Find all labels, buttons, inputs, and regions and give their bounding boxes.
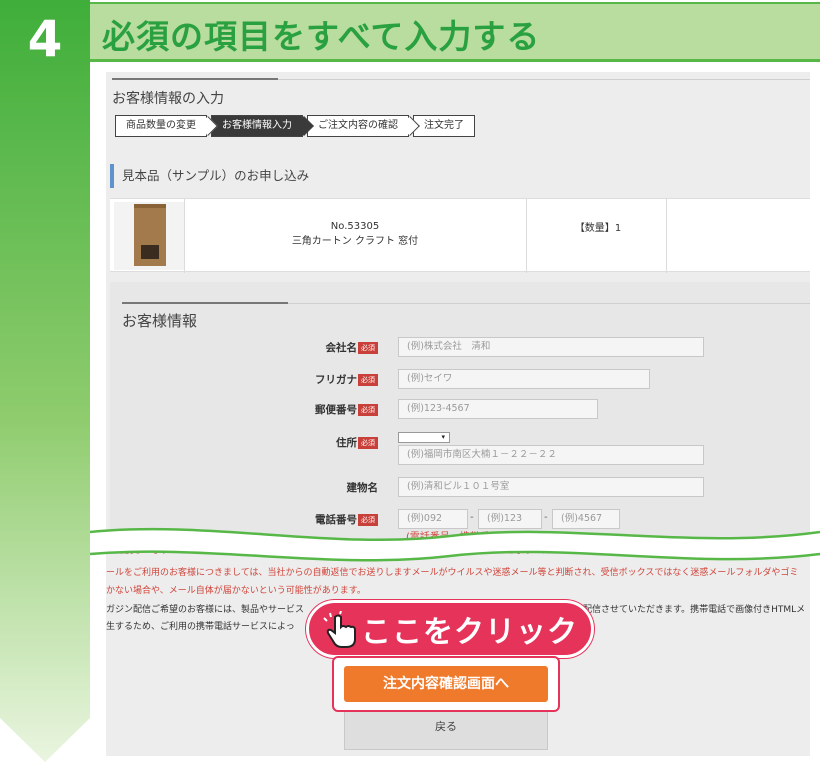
furigana-row: フリガナ 必須	[106, 370, 378, 392]
prefecture-select[interactable]: ▾	[398, 432, 450, 443]
address-row: 住所 必須	[106, 433, 378, 455]
product-image	[114, 202, 184, 270]
product-code: No.53305	[330, 221, 380, 232]
torn-edge	[90, 527, 820, 562]
company-label: 会社名 必須	[326, 338, 378, 358]
section-divider	[278, 79, 810, 80]
step-customer-info[interactable]: お客様情報入力	[211, 115, 314, 137]
product-name: No.53305 三角カートン クラフト 窓付	[184, 219, 526, 249]
required-badge: 必須	[358, 404, 378, 416]
step-number: 4	[27, 10, 63, 68]
page-title: お客様情報の入力	[112, 91, 224, 107]
step-strip: 4	[0, 0, 90, 762]
callout-text: ここをクリック	[361, 615, 578, 650]
click-here-callout: ここをクリック	[306, 600, 594, 658]
step-confirm[interactable]: ご注文内容の確認	[307, 115, 420, 137]
company-input[interactable]: (例)株式会社 清和	[398, 337, 704, 357]
building-label: 建物名	[346, 482, 379, 494]
product-qty: 【数量】1	[574, 223, 622, 234]
required-badge: 必須	[358, 342, 378, 354]
address-input[interactable]: (例)福岡市南区大楠１－２２－２２	[398, 445, 704, 465]
company-row: 会社名 必須	[106, 338, 378, 360]
required-badge: 必須	[358, 437, 378, 449]
sample-heading: 見本品（サンプル）のお申し込み	[110, 164, 309, 188]
building-row: 建物名	[106, 478, 379, 500]
product-row: No.53305 三角カートン クラフト 窓付 【数量】1	[110, 198, 810, 273]
customer-info-title: お客様情報	[122, 312, 198, 330]
order-confirm-button-frame: 注文内容確認画面へ	[332, 656, 560, 712]
zip-row: 郵便番号 必須	[106, 400, 378, 422]
step-quantity[interactable]: 商品数量の変更	[115, 115, 218, 137]
building-input[interactable]: (例)清和ビル１０１号室	[398, 477, 704, 497]
section-divider	[112, 78, 278, 80]
zip-label: 郵便番号 必須	[315, 400, 378, 420]
zip-input[interactable]: (例)123-4567	[398, 399, 598, 419]
progress-steps: 商品数量の変更 お客様情報入力 ご注文内容の確認 注文完了	[115, 115, 475, 137]
order-confirm-button[interactable]: 注文内容確認画面へ	[344, 666, 548, 702]
header-banner: 必須の項目をすべて入力する	[90, 2, 820, 62]
furigana-input[interactable]: (例)セイワ	[398, 369, 650, 389]
address-label: 住所 必須	[336, 433, 378, 453]
banner-title: 必須の項目をすべて入力する	[102, 17, 541, 56]
required-badge: 必須	[358, 374, 378, 386]
pointing-hand-icon	[323, 611, 356, 648]
product-title: 三角カートン クラフト 窓付	[291, 236, 419, 247]
furigana-label: フリガナ 必須	[315, 370, 378, 390]
step-complete[interactable]: 注文完了	[413, 115, 475, 137]
